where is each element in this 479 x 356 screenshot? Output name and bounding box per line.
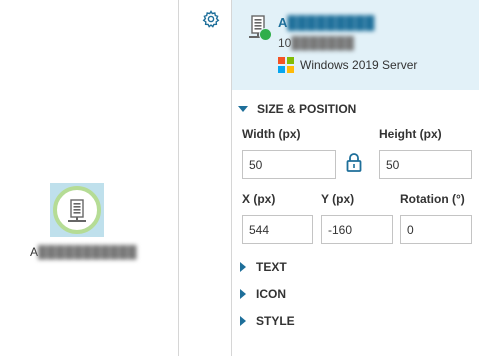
width-label: Width (px) bbox=[242, 127, 301, 141]
node-ip-obscured: ███████ bbox=[291, 36, 355, 50]
height-label: Height (px) bbox=[379, 127, 442, 141]
node-status-ring bbox=[53, 186, 101, 234]
x-label: X (px) bbox=[242, 192, 276, 206]
chevron-down-icon bbox=[238, 106, 248, 112]
y-input[interactable] bbox=[321, 215, 393, 244]
node-name[interactable]: A █████████ bbox=[278, 15, 375, 30]
chevron-right-icon bbox=[240, 316, 246, 326]
node-label: A ███████████ bbox=[30, 245, 137, 259]
gear-icon[interactable] bbox=[202, 10, 220, 28]
node-os-label: Windows 2019 Server bbox=[300, 58, 418, 72]
lock-icon[interactable] bbox=[346, 152, 362, 172]
properties-panel: A █████████ 10 ███████ Windows 2019 Serv… bbox=[232, 0, 479, 356]
diagram-canvas[interactable]: A ███████████ bbox=[0, 0, 178, 356]
width-input[interactable] bbox=[242, 150, 336, 179]
node-label-obscured: ███████████ bbox=[38, 245, 138, 259]
section-style-toggle[interactable]: STYLE bbox=[238, 314, 295, 328]
chevron-right-icon bbox=[240, 289, 246, 299]
x-input[interactable] bbox=[242, 215, 313, 244]
section-style-title: STYLE bbox=[256, 314, 295, 328]
height-input[interactable] bbox=[379, 150, 472, 179]
node-ip-address: 10 ███████ bbox=[278, 36, 354, 50]
online-status-dot bbox=[259, 28, 272, 41]
selected-node-header: A █████████ 10 ███████ Windows 2019 Serv… bbox=[232, 0, 479, 90]
rotation-label: Rotation (°) bbox=[400, 192, 465, 206]
node-name-prefix: A bbox=[278, 15, 288, 30]
section-icon-toggle[interactable]: ICON bbox=[238, 287, 286, 301]
windows-logo-icon bbox=[278, 57, 294, 73]
node-os: Windows 2019 Server bbox=[278, 57, 417, 73]
panel-rail bbox=[194, 0, 232, 356]
node-name-obscured: █████████ bbox=[287, 15, 375, 30]
section-size-position-toggle[interactable]: SIZE & POSITION bbox=[238, 102, 356, 116]
node-ip-prefix: 10 bbox=[278, 36, 292, 50]
server-icon bbox=[68, 199, 86, 222]
rotation-input[interactable] bbox=[400, 215, 472, 244]
y-label: Y (px) bbox=[321, 192, 355, 206]
section-text-toggle[interactable]: TEXT bbox=[238, 260, 287, 274]
section-size-position-title: SIZE & POSITION bbox=[257, 102, 357, 116]
node-label-prefix: A bbox=[30, 245, 39, 259]
server-node[interactable] bbox=[50, 183, 104, 237]
section-text-title: TEXT bbox=[256, 260, 287, 274]
canvas-divider bbox=[178, 0, 179, 356]
chevron-right-icon bbox=[240, 262, 246, 272]
section-icon-title: ICON bbox=[256, 287, 286, 301]
